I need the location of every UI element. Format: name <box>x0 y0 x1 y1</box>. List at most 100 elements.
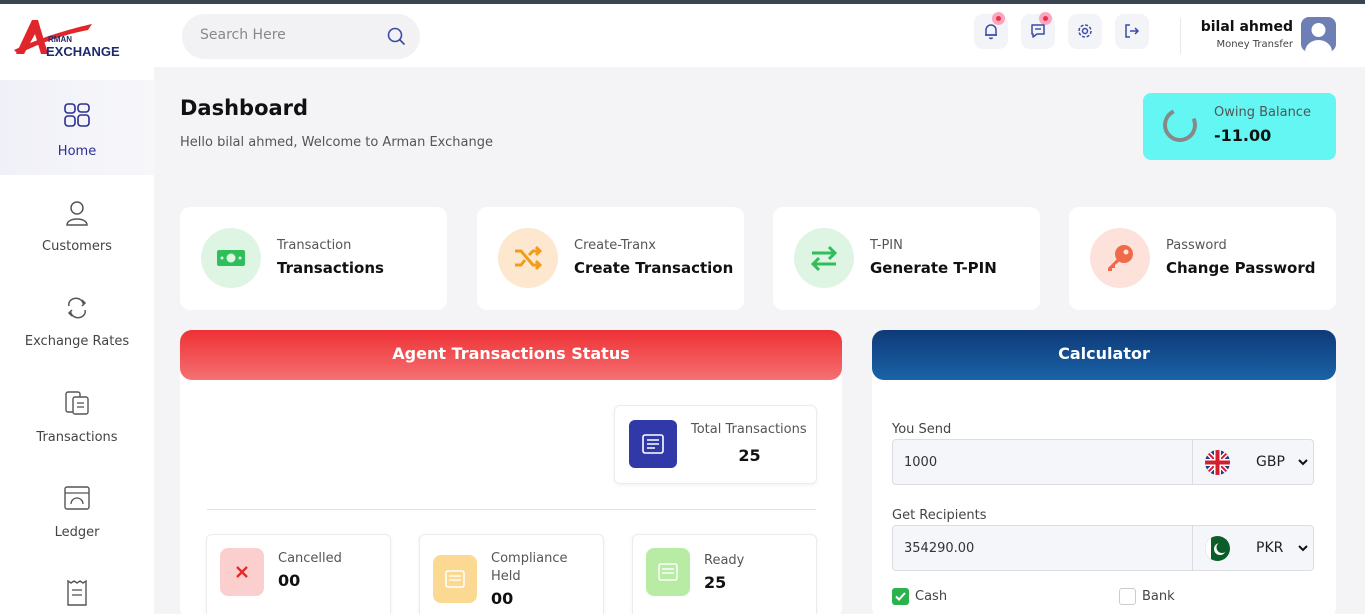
cash-label: Cash <box>915 589 948 604</box>
status-cancelled: Cancelled 00 <box>206 534 391 614</box>
document-icon <box>445 570 465 588</box>
sidebar-item-label: Exchange Rates <box>24 334 130 349</box>
send-amount-input[interactable]: 1000 <box>892 439 1193 485</box>
key-icon <box>1108 245 1133 271</box>
recipient-amount-input[interactable]: 354290.00 <box>892 525 1193 571</box>
sidebar-item-home[interactable]: Home <box>0 80 154 175</box>
card-title: Transactions <box>277 259 384 277</box>
owing-value: -11.00 <box>1214 126 1272 145</box>
sidebar-item-ledger[interactable]: Ledger <box>0 460 154 555</box>
exchange-icon <box>67 297 87 319</box>
document-icon <box>658 563 678 581</box>
card-title: Generate T-PIN <box>870 259 997 277</box>
uk-flag-icon <box>1205 450 1230 475</box>
logout-button[interactable] <box>1115 14 1149 49</box>
avatar[interactable] <box>1301 17 1336 52</box>
arman-exchange-logo[interactable]: RMAN EXCHANGE <box>14 16 144 60</box>
transactions-card[interactable]: Transaction Transactions <box>180 207 447 310</box>
card-icon-circle <box>794 228 854 288</box>
search-icon[interactable] <box>386 26 406 46</box>
send-label: You Send <box>892 422 952 437</box>
home-grid-icon <box>64 103 90 127</box>
main-content: Dashboard Hello bilal ahmed, Welcome to … <box>154 67 1365 614</box>
header: RMAN EXCHANGE Search Here bilal ahmed Mo… <box>0 4 1365 67</box>
status-value: 00 <box>491 589 514 608</box>
ledger-icon <box>64 486 90 510</box>
search-input[interactable]: Search Here <box>200 27 286 43</box>
status-label: Compliance Held <box>491 551 568 584</box>
shuffle-icon <box>515 245 543 271</box>
recipient-currency-value: PKR <box>1256 540 1284 556</box>
status-compliance-held: Compliance Held 00 <box>419 534 604 614</box>
sidebar-item-label: Home <box>57 144 97 159</box>
divider <box>207 509 816 510</box>
status-label: Ready <box>704 553 745 568</box>
status-icon-box <box>646 548 690 596</box>
card-subtitle: T-PIN <box>870 238 903 253</box>
total-value: 25 <box>738 446 761 465</box>
agent-status-title: Agent Transactions Status <box>180 330 842 380</box>
owing-balance-card: Owing Balance -11.00 <box>1143 93 1336 160</box>
bank-checkbox[interactable] <box>1119 588 1136 605</box>
total-label: Total Transactions <box>691 422 807 437</box>
card-icon-circle <box>498 228 558 288</box>
settings-button[interactable] <box>1068 14 1102 49</box>
wallet-icon <box>65 391 89 415</box>
bank-label: Bank <box>1142 589 1175 604</box>
status-ready: Ready 25 <box>632 534 817 614</box>
card-icon-circle <box>201 228 261 288</box>
close-icon <box>236 566 248 578</box>
status-icon-box <box>433 555 477 603</box>
document-icon <box>642 434 664 454</box>
user-icon <box>66 201 88 226</box>
total-icon-box <box>629 420 677 468</box>
messages-button[interactable] <box>1021 12 1055 49</box>
send-currency-select[interactable]: GBP <box>1193 439 1314 485</box>
chevron-down-icon <box>1298 459 1308 466</box>
sidebar-item-customers[interactable]: Customers <box>0 175 154 270</box>
card-subtitle: Password <box>1166 238 1227 253</box>
card-title: Change Password <box>1166 259 1316 277</box>
gear-icon <box>1078 24 1092 38</box>
notifications-button[interactable] <box>974 12 1008 49</box>
status-value: 00 <box>278 571 301 590</box>
calculator-title: Calculator <box>872 330 1336 380</box>
search-bar[interactable]: Search Here <box>182 14 420 59</box>
sidebar-item-label: Ledger <box>54 525 100 540</box>
status-icon-box <box>220 548 264 596</box>
change-password-card[interactable]: Password Change Password <box>1069 207 1336 310</box>
sidebar-item-transactions[interactable]: Transactions <box>0 365 154 460</box>
sidebar: Home Customers Exchange Rates Transactio… <box>0 67 154 614</box>
logout-icon <box>1125 24 1140 38</box>
sidebar-item-label: Customers <box>42 239 112 254</box>
recipient-label: Get Recipients <box>892 508 987 523</box>
cash-checkbox[interactable] <box>892 588 909 605</box>
recipient-currency-select[interactable]: PKR <box>1193 525 1314 571</box>
welcome-text: Hello bilal ahmed, Welcome to Arman Exch… <box>180 135 493 150</box>
bell-icon <box>985 24 997 40</box>
header-divider <box>1180 18 1181 54</box>
create-transaction-card[interactable]: Create-Tranx Create Transaction <box>477 207 744 310</box>
user-name: bilal ahmed <box>1200 19 1293 35</box>
logo-bottom-text: EXCHANGE <box>46 44 120 59</box>
swap-arrows-icon <box>810 245 838 272</box>
sidebar-item-receipt[interactable] <box>0 555 154 614</box>
chat-icon <box>1031 24 1045 38</box>
card-subtitle: Create-Tranx <box>574 238 656 253</box>
cash-icon <box>217 250 245 266</box>
generate-tpin-card[interactable]: T-PIN Generate T-PIN <box>773 207 1040 310</box>
owing-label: Owing Balance <box>1214 105 1311 120</box>
card-icon-circle <box>1090 228 1150 288</box>
card-subtitle: Transaction <box>277 238 352 253</box>
status-label: Cancelled <box>278 551 342 566</box>
chevron-down-icon <box>1298 545 1308 552</box>
balance-ring-icon <box>1158 103 1202 147</box>
sidebar-item-exchange-rates[interactable]: Exchange Rates <box>0 270 154 365</box>
page-title: Dashboard <box>180 96 309 120</box>
pakistan-flag-icon <box>1205 536 1230 561</box>
status-value: 25 <box>704 573 727 592</box>
user-role: Money Transfer <box>1216 39 1293 50</box>
receipt-icon <box>67 579 87 606</box>
calculator-panel: Calculator You Send 1000 GBP Get Recipie… <box>872 330 1336 614</box>
card-title: Create Transaction <box>574 259 734 277</box>
